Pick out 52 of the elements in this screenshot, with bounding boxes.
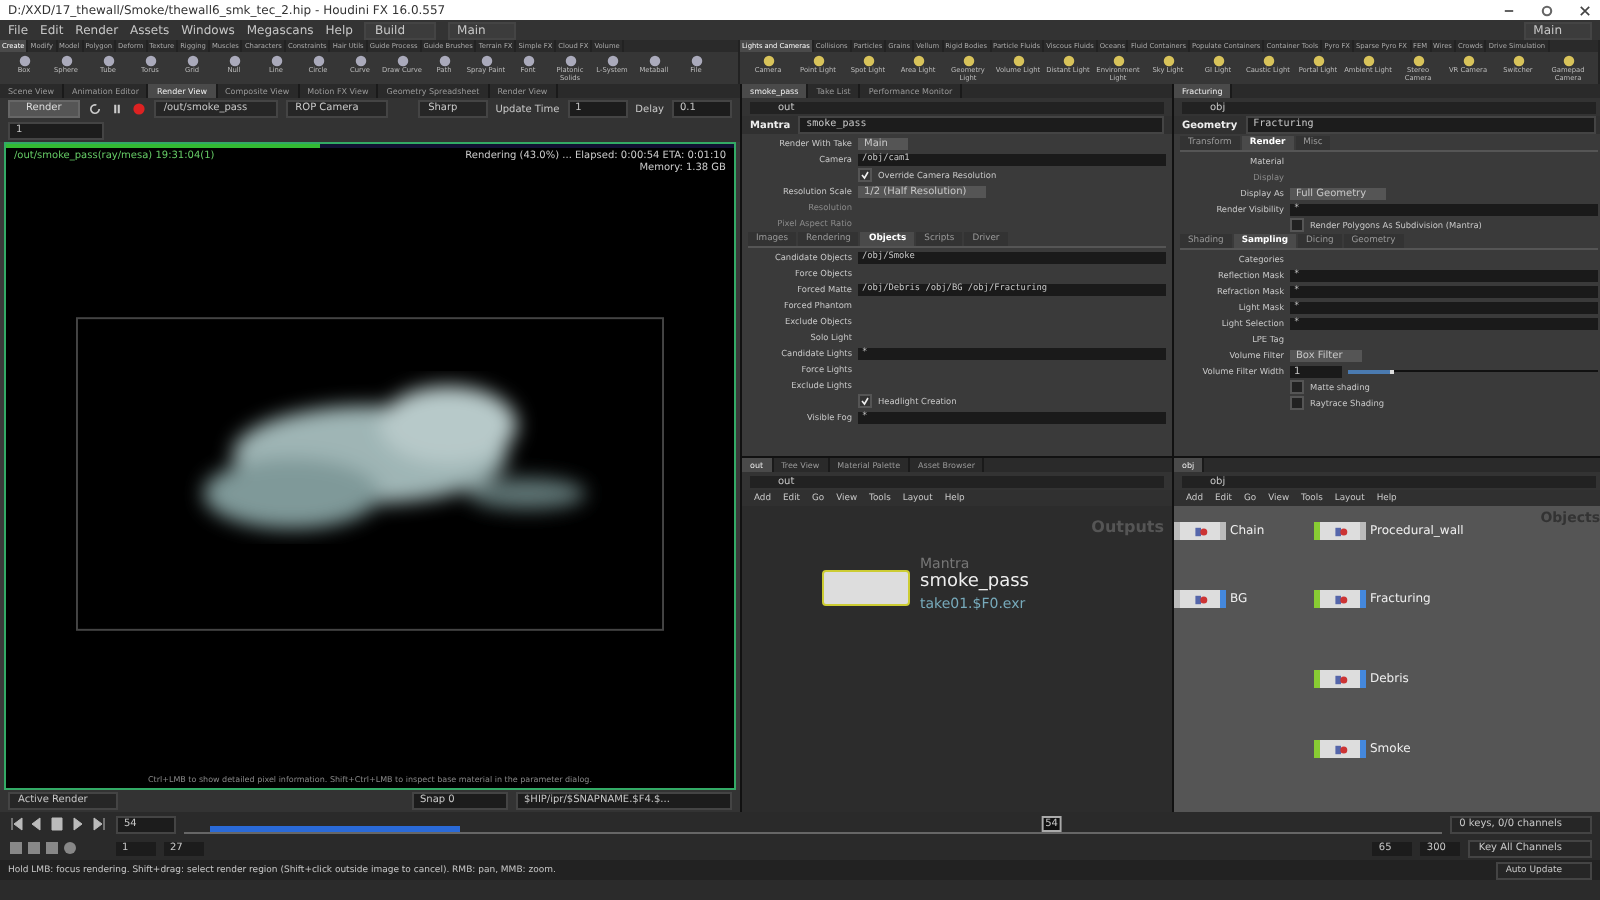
circle-icon (17, 54, 31, 68)
pause-icon[interactable] (109, 102, 124, 116)
node-icon (1333, 525, 1347, 537)
circle-icon (961, 54, 975, 68)
circle-icon (811, 54, 825, 68)
circle-icon (101, 54, 115, 68)
circle-icon (1261, 54, 1275, 68)
circle-icon (269, 54, 283, 68)
checkbox[interactable] (1290, 396, 1304, 410)
circle-icon (1061, 54, 1075, 68)
circle-icon (185, 54, 199, 68)
node-icon (1193, 525, 1207, 537)
checkbox[interactable] (858, 394, 872, 408)
circle-icon (1561, 54, 1575, 68)
playback-controls-icon[interactable] (8, 816, 108, 832)
circle-icon (1311, 54, 1325, 68)
circle-icon (689, 54, 703, 68)
node-icon (1333, 593, 1347, 605)
circle-icon (1461, 54, 1475, 68)
refresh-icon[interactable] (87, 102, 102, 116)
circle-icon (227, 54, 241, 68)
circle-icon (605, 54, 619, 68)
circle-icon (761, 54, 775, 68)
circle-icon (1361, 54, 1375, 68)
circle-icon (1161, 54, 1175, 68)
circle-icon (521, 54, 535, 68)
circle-icon (647, 54, 661, 68)
node-icon (1333, 743, 1347, 755)
checkbox[interactable] (1290, 218, 1304, 232)
circle-icon (1011, 54, 1025, 68)
circle-icon (59, 54, 73, 68)
node-icon (1193, 593, 1207, 605)
circle-icon (1511, 54, 1525, 68)
close-icon[interactable] (1578, 3, 1592, 17)
circle-icon (143, 54, 157, 68)
checkbox[interactable] (858, 168, 872, 182)
node-name: smoke_pass (920, 572, 1029, 592)
circle-icon (395, 54, 409, 68)
circle-icon (1411, 54, 1425, 68)
circle-icon (311, 54, 325, 68)
circle-icon (563, 54, 577, 68)
stop-icon[interactable] (131, 102, 146, 116)
circle-icon (861, 54, 875, 68)
checkbox[interactable] (1290, 380, 1304, 394)
circle-icon (353, 54, 367, 68)
circle-icon (437, 54, 451, 68)
circle-icon (479, 54, 493, 68)
rop-node[interactable] (822, 570, 910, 606)
circle-icon (1111, 54, 1125, 68)
circle-icon (1211, 54, 1225, 68)
node-icon (1333, 673, 1347, 685)
circle-icon (911, 54, 925, 68)
